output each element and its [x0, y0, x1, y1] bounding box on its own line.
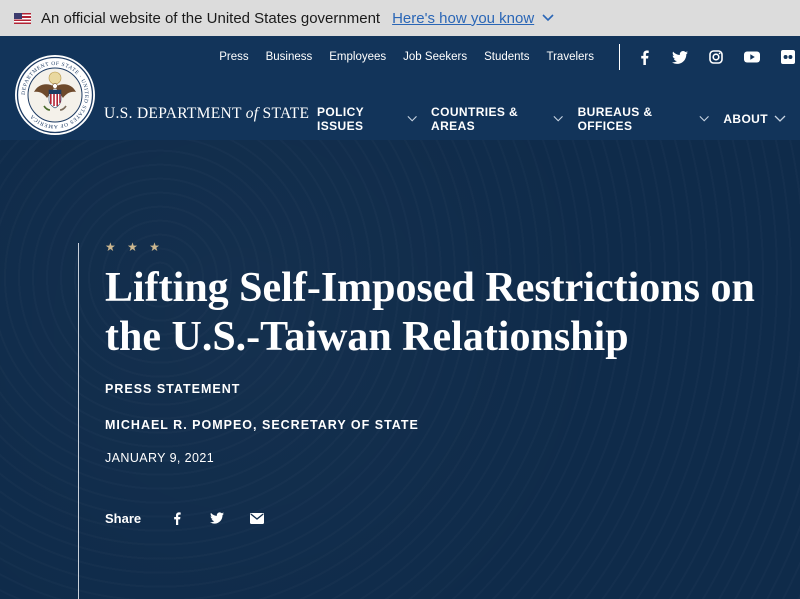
flickr-icon[interactable]: [780, 49, 796, 65]
youtube-icon[interactable]: [744, 49, 760, 65]
heres-how-you-know-link[interactable]: Here's how you know: [392, 10, 534, 27]
article-hero: [0, 140, 800, 599]
utility-link-students[interactable]: Students: [484, 51, 529, 63]
brand-text-post: STATE: [258, 105, 310, 122]
share-facebook-icon[interactable]: [169, 510, 185, 526]
share-twitter-icon[interactable]: [209, 510, 225, 526]
utility-link-employees[interactable]: Employees: [329, 51, 386, 63]
nav-about[interactable]: ABOUT: [723, 112, 786, 126]
nav-label: BUREAUS & OFFICES: [577, 105, 653, 133]
main-nav: POLICY ISSUES COUNTRIES & AREAS BUREAUS …: [317, 105, 800, 133]
nav-label: ABOUT: [723, 112, 768, 126]
nav-countries-areas[interactable]: COUNTRIES & AREAS: [431, 105, 564, 133]
article-date: JANUARY 9, 2021: [105, 451, 215, 465]
chevron-down-icon: [774, 115, 786, 122]
chevron-down-icon: [553, 116, 564, 122]
brand-text-pre: U.S. DEPARTMENT: [104, 105, 246, 122]
article-author[interactable]: MICHAEL R. POMPEO, SECRETARY OF STATE: [105, 418, 419, 432]
utility-divider: [619, 44, 620, 70]
chevron-down-icon: [699, 116, 709, 122]
utility-link-travelers[interactable]: Travelers: [547, 51, 595, 63]
share-bar: Share: [105, 510, 289, 526]
nav-label: COUNTRIES & AREAS: [431, 105, 519, 133]
hero-vertical-rule: [78, 243, 79, 599]
utility-link-job-seekers[interactable]: Job Seekers: [403, 51, 467, 63]
article-type: PRESS STATEMENT: [105, 382, 241, 396]
facebook-icon[interactable]: [636, 49, 652, 65]
nav-label: POLICY ISSUES: [317, 105, 364, 133]
gov-banner: An official website of the United States…: [0, 0, 800, 36]
article-title: Lifting Self-Imposed Restrictions on the…: [105, 265, 755, 360]
department-of-state-seal[interactable]: DEPARTMENT OF STATE · UNITED STATES OF A…: [14, 54, 96, 136]
utility-link-business[interactable]: Business: [266, 51, 313, 63]
gov-banner-text: An official website of the United States…: [41, 9, 381, 27]
utility-nav: Press Business Employees Job Seekers Stu…: [219, 36, 800, 78]
us-flag-icon: [14, 12, 31, 24]
chevron-down-icon[interactable]: [542, 14, 554, 22]
twitter-icon[interactable]: [672, 49, 688, 65]
decorative-stars-icon: ★ ★ ★: [105, 240, 164, 254]
social-links: [636, 49, 800, 65]
instagram-icon[interactable]: [708, 49, 724, 65]
brand-text-of: of: [245, 105, 259, 122]
share-label: Share: [105, 510, 142, 526]
chevron-down-icon: [407, 116, 417, 122]
nav-bureaus-offices[interactable]: BUREAUS & OFFICES: [578, 105, 710, 133]
share-email-icon[interactable]: [249, 510, 265, 526]
nav-policy-issues[interactable]: POLICY ISSUES: [317, 105, 417, 133]
utility-link-press[interactable]: Press: [219, 51, 248, 63]
site-brand-wordmark[interactable]: U.S. DEPARTMENT of STATE: [104, 105, 309, 123]
